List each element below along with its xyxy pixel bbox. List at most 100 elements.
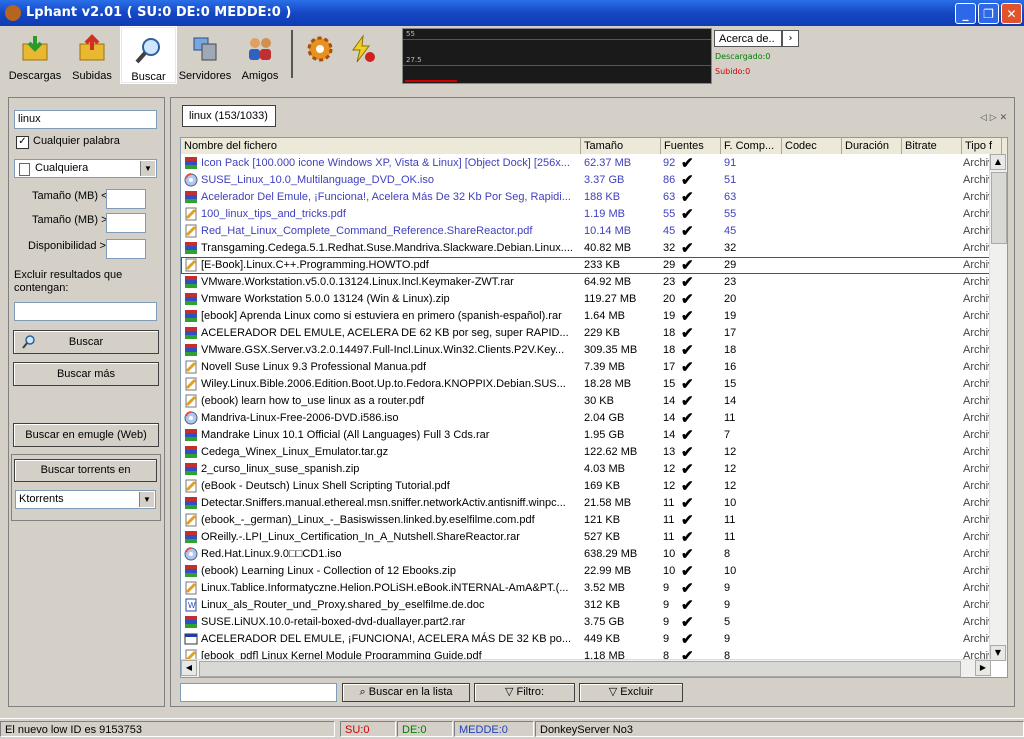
disconnect-button[interactable] — [342, 26, 382, 82]
acerca-button[interactable]: Acerca de.. — [714, 30, 782, 47]
tab-prev-icon[interactable]: ◁ — [980, 113, 987, 123]
column-header-size[interactable]: Tamaño — [581, 138, 661, 154]
search-button[interactable]: Buscar — [13, 330, 159, 354]
servidores-label: Servidores — [178, 70, 232, 82]
options-button[interactable] — [300, 26, 340, 82]
upload-folder-icon — [79, 34, 105, 61]
table-row[interactable]: Acelerador Del Emule, ¡Funciona!, Aceler… — [181, 189, 993, 206]
amigos-button[interactable]: Amigos — [236, 26, 284, 82]
table-row[interactable]: (ebook_-_german)_Linux_-_Basiswissen.lin… — [181, 512, 993, 529]
tab-close-icon[interactable]: ✕ — [1000, 113, 1008, 123]
friends-icon — [249, 38, 271, 60]
subidas-button[interactable]: Subidas — [66, 26, 118, 82]
size-min-input[interactable] — [106, 189, 146, 209]
column-header-complete[interactable]: F. Comp... — [721, 138, 782, 154]
rar-file-icon — [184, 343, 198, 357]
table-row[interactable]: Detectar.Sniffers.manual.ethereal.msn.sn… — [181, 495, 993, 512]
sources-count: 9 — [663, 633, 670, 645]
scroll-left-button[interactable]: ◀ — [181, 660, 197, 676]
minimize-button[interactable]: _ — [955, 3, 976, 24]
status-bar: El nuevo low ID es 9153753 SU:0 DE:0 MED… — [0, 718, 1024, 739]
hscroll-thumb[interactable] — [199, 661, 961, 677]
file-complete-sources: 19 — [724, 310, 737, 322]
table-row[interactable]: Linux.Tablice.Informatyczne.Helion.POLiS… — [181, 580, 993, 597]
buscar-tab-button[interactable]: Buscar — [120, 26, 177, 84]
table-row[interactable]: ACELERADOR DEL EMULE, ACELERA DE 62 KB p… — [181, 325, 993, 342]
torrents-search-button[interactable]: Buscar torrents en — [14, 459, 157, 482]
table-row[interactable]: Mandrake Linux 10.1 Official (All Langua… — [181, 427, 993, 444]
scroll-up-button[interactable]: ▲ — [990, 154, 1006, 170]
filter-button[interactable]: ▽ Filtro: — [474, 683, 575, 702]
results-tab[interactable]: linux (153/1033) — [182, 105, 276, 127]
table-row[interactable]: ACELERADOR DEL EMULE, ¡FUNCIONA!, ACELER… — [181, 631, 993, 648]
descargas-button[interactable]: Descargas — [6, 26, 64, 82]
table-row[interactable]: [ebook] Aprenda Linux como si estuviera … — [181, 308, 993, 325]
table-row[interactable]: (eBook - Deutsch) Linux Shell Scripting … — [181, 478, 993, 495]
sources-count: 11 — [663, 531, 675, 543]
torrent-site-value: Ktorrents — [19, 493, 64, 505]
table-row[interactable]: Icon Pack [100.000 icone Windows XP, Vis… — [181, 155, 993, 172]
search-input[interactable]: linux — [14, 110, 157, 129]
table-row[interactable]: (ebook) learn how to_use linux as a rout… — [181, 393, 993, 410]
column-header-type[interactable]: Tipo f — [962, 138, 1002, 154]
column-header-bitrate[interactable]: Bitrate — [902, 138, 962, 154]
rar-file-icon — [184, 241, 198, 255]
servidores-button[interactable]: Servidores — [177, 26, 233, 82]
scroll-thumb[interactable] — [991, 172, 1007, 244]
file-size: 1.19 MB — [584, 208, 625, 220]
exclude-input[interactable] — [14, 302, 157, 321]
table-row[interactable]: (ebook) Learning Linux - Collection of 1… — [181, 563, 993, 580]
table-row[interactable]: VMware.GSX.Server.v3.2.0.14497.Full-Incl… — [181, 342, 993, 359]
search-more-button[interactable]: Buscar más — [13, 362, 159, 386]
iso-file-icon — [184, 411, 198, 425]
toolbar-separator — [291, 30, 293, 78]
table-row[interactable]: Mandriva-Linux-Free-2006-DVD.i586.iso 2.0… — [181, 410, 993, 427]
chevron-down-icon[interactable]: ▼ — [140, 161, 155, 176]
table-row[interactable]: VMware.Workstation.v5.0.0.13124.Linux.In… — [181, 274, 993, 291]
file-type-select[interactable]: Cualquiera ▼ — [14, 159, 157, 178]
any-word-checkbox[interactable]: ✓ — [16, 136, 29, 149]
table-row[interactable]: Cedega_Winex_Linux_Emulator.tar.gz 122.62… — [181, 444, 993, 461]
list-filter-input[interactable] — [180, 683, 337, 702]
vertical-scrollbar[interactable]: ▲ ▼ — [989, 154, 1007, 661]
emugle-search-button[interactable]: Buscar en emugle (Web) — [13, 423, 159, 447]
table-row[interactable]: Red_Hat_Linux_Complete_Command_Reference… — [181, 223, 993, 240]
acerca-arrow-button[interactable]: › — [782, 30, 799, 47]
availability-input[interactable] — [106, 239, 146, 259]
file-complete-sources: 55 — [724, 208, 737, 220]
table-row[interactable]: SUSE.LiNUX.10.0-retail-boxed-dvd-duallay… — [181, 614, 993, 631]
horizontal-scrollbar[interactable]: ◀ ▶ — [181, 659, 991, 677]
checkmark-icon: ✔ — [681, 308, 694, 325]
column-header-name[interactable]: Nombre del fichero — [181, 138, 581, 154]
table-row[interactable]: Red.Hat.Linux.9.0□□CD1.iso 638.29 MB 10 ✔ 8 A… — [181, 546, 993, 563]
tab-next-icon[interactable]: ▷ — [990, 113, 997, 123]
column-header-codec[interactable]: Codec — [782, 138, 842, 154]
availability-label: Disponibilidad > — [28, 240, 106, 252]
file-sources: 55 ✔ — [663, 206, 719, 223]
chevron-down-icon[interactable]: ▼ — [139, 492, 154, 507]
table-row[interactable]: [E-Book].Linux.C++.Programming.HOWTO.pdf… — [181, 257, 993, 274]
maximize-button[interactable]: ❐ — [978, 3, 999, 24]
scroll-right-button[interactable]: ▶ — [975, 660, 991, 676]
column-header-sources[interactable]: Fuentes — [661, 138, 721, 154]
table-row[interactable]: Transgaming.Cedega.5.1.Redhat.Suse.Mandr… — [181, 240, 993, 257]
table-row[interactable]: W Linux_als_Router_und_Proxy.shared_by_es… — [181, 597, 993, 614]
table-row[interactable]: SUSE_Linux_10.0_Multilanguage_DVD_OK.iso… — [181, 172, 993, 189]
checkmark-icon: ✔ — [681, 546, 694, 563]
rar-file-icon — [184, 445, 198, 459]
title-bar[interactable]: Lphant v2.01 ( SU:0 DE:0 MEDDE:0 ) _ ❐ ✕ — [0, 0, 1024, 26]
table-row[interactable]: Vmware Workstation 5.0.0 13124 (Win & Li… — [181, 291, 993, 308]
close-button[interactable]: ✕ — [1001, 3, 1022, 24]
find-in-list-button[interactable]: ⌕ Buscar en la lista — [342, 683, 470, 702]
table-row[interactable]: Wiley.Linux.Bible.2006.Edition.Boot.Up.t… — [181, 376, 993, 393]
exclude-button[interactable]: ▽ Excluir — [579, 683, 683, 702]
size-max-input[interactable] — [106, 213, 146, 233]
column-header-duration[interactable]: Duración — [842, 138, 902, 154]
table-row[interactable]: Novell Suse Linux 9.3 Professional Manua… — [181, 359, 993, 376]
table-row[interactable]: 100_linux_tips_and_tricks.pdf 1.19 MB 55 ✔ 5… — [181, 206, 993, 223]
table-row[interactable]: 2_curso_linux_suse_spanish.zip 4.03 MB 12 ✔… — [181, 461, 993, 478]
scroll-down-button[interactable]: ▼ — [990, 645, 1006, 661]
torrent-site-select[interactable]: Ktorrents ▼ — [15, 490, 156, 509]
table-row[interactable]: OReilly.-.LPI_Linux_Certification_In_A_N… — [181, 529, 993, 546]
pdf-file-icon — [184, 581, 198, 595]
